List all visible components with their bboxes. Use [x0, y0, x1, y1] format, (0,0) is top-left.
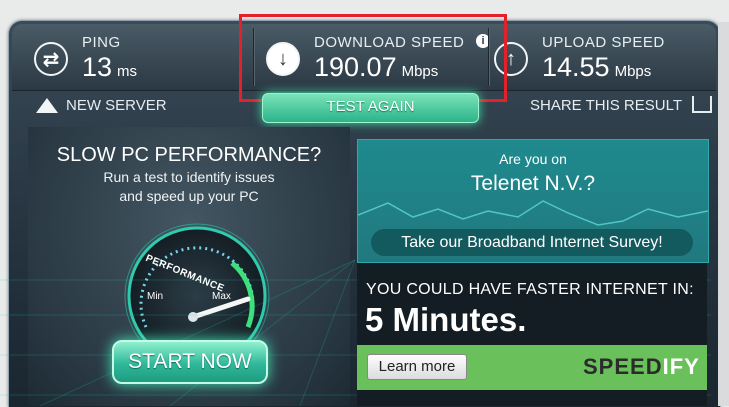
ad-headline: YOU COULD HAVE FASTER INTERNET IN:: [366, 281, 694, 298]
triangle-icon: [36, 98, 58, 113]
divider: [488, 28, 489, 86]
survey-question: Are you on: [499, 151, 567, 167]
promo-title: SLOW PC PERFORMANCE?: [56, 144, 322, 166]
share-label: SHARE THIS RESULT: [530, 97, 682, 114]
upload-value: 14.55 Mbps: [542, 52, 652, 82]
take-survey-button[interactable]: Take our Broadband Internet Survey!: [371, 229, 693, 256]
upload-arrow-icon: ↑: [494, 42, 528, 76]
speedify-logo: SPEEDIFY: [583, 354, 700, 380]
upload-label: UPLOAD SPEED: [542, 34, 665, 51]
download-value: 190.07 Mbps: [314, 52, 439, 82]
brand-part-2: IFY: [662, 354, 700, 379]
start-now-button[interactable]: START NOW: [112, 340, 268, 384]
upload-metric: ↑ UPLOAD SPEED 14.55 Mbps: [494, 24, 716, 90]
ping-arrows-icon: ⇄: [34, 42, 68, 76]
share-icon: [691, 96, 712, 113]
brand-part-1: SPEED: [583, 354, 663, 379]
download-label: DOWNLOAD SPEED: [314, 34, 465, 51]
new-server-label: NEW SERVER: [66, 97, 167, 114]
promo-text: Run a test to identify issues and speed …: [28, 168, 350, 206]
share-result-link[interactable]: SHARE THIS RESULT: [530, 96, 712, 114]
download-metric: ↓ DOWNLOAD SPEED i 190.07 Mbps: [262, 24, 490, 90]
ping-metric: ⇄ PING 13 ms: [30, 24, 240, 90]
ad-time: 5 Minutes.: [365, 301, 527, 338]
promo-line-2: and speed up your PC: [119, 188, 259, 204]
ping-label: PING: [82, 34, 121, 51]
promo-line-1: Run a test to identify issues: [103, 169, 275, 185]
ping-value: 13 ms: [82, 52, 138, 82]
new-server-link[interactable]: NEW SERVER: [36, 97, 167, 114]
download-arrow-icon: ↓: [266, 42, 300, 76]
page-margin: [718, 22, 729, 406]
divider: [253, 28, 254, 86]
test-again-button[interactable]: TEST AGAIN: [262, 93, 479, 123]
isp-name: Telenet N.V.?: [470, 172, 596, 195]
learn-more-button[interactable]: Learn more: [367, 354, 467, 380]
